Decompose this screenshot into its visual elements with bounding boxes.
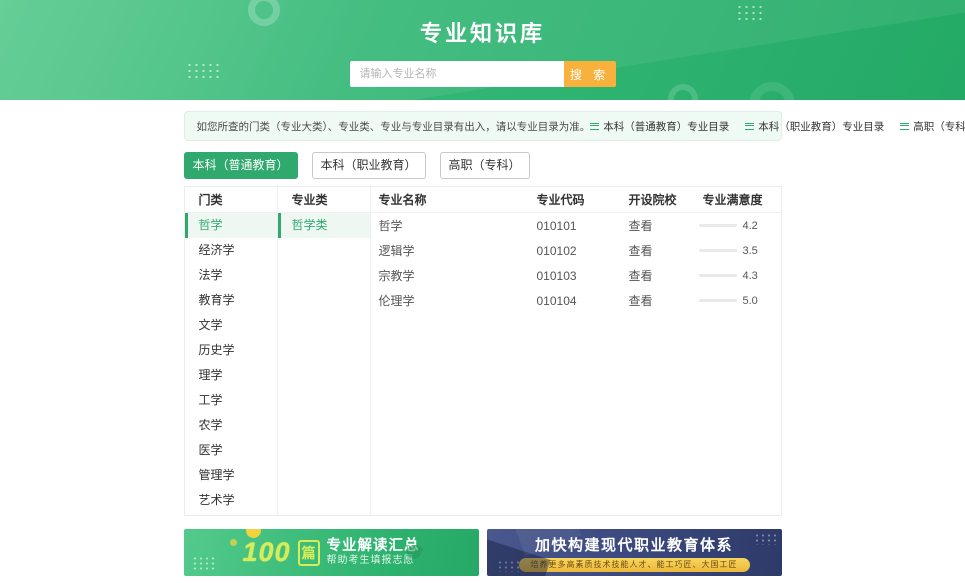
- link-label: 高职（专科）专业目录: [913, 119, 965, 134]
- dot-grid-decoration: [186, 62, 220, 80]
- banner-count-unit: 篇: [298, 540, 320, 566]
- satisfaction-value: 3.5: [743, 245, 763, 257]
- header-schools: 开设院校: [619, 191, 699, 208]
- satisfaction-value: 4.2: [743, 220, 763, 232]
- ring-decoration-icon: [749, 82, 795, 100]
- major-code: 010103: [537, 269, 619, 283]
- major-name: 伦理学: [371, 292, 537, 309]
- dot-grid-decoration: [754, 533, 776, 545]
- link-label: 本科（普通教育）专业目录: [603, 119, 729, 134]
- banner-subtitle: 帮助考生填报志愿: [327, 555, 420, 568]
- major-name: 宗教学: [371, 267, 537, 284]
- list-icon: [745, 123, 754, 130]
- majors-table-header: 专业名称 专业代码 开设院校 专业满意度: [371, 187, 781, 213]
- satisfaction-cell: 3.5: [699, 245, 781, 257]
- link-undergrad-vocational-catalog[interactable]: 本科（职业教育）专业目录: [745, 119, 884, 134]
- view-schools-link[interactable]: 查看: [619, 292, 699, 309]
- header-satisfaction: 专业满意度: [699, 191, 781, 208]
- search-button[interactable]: 搜 索: [564, 61, 616, 87]
- category-item[interactable]: 农学: [185, 413, 277, 438]
- category-item[interactable]: 艺术学: [185, 488, 277, 513]
- list-icon: [900, 123, 909, 130]
- view-schools-link[interactable]: 查看: [619, 242, 699, 259]
- satisfaction-bar: [699, 274, 737, 277]
- category-item[interactable]: 教育学: [185, 288, 277, 313]
- banner-vocational-education[interactable]: 加快构建现代职业教育体系 培养更多高素质技术技能人才、能工巧匠、大国工匠: [487, 529, 782, 576]
- tab-college[interactable]: 高职（专科）: [440, 152, 530, 179]
- major-code: 010102: [537, 244, 619, 258]
- catalog-links: 本科（普通教育）专业目录 本科（职业教育）专业目录 高职（专科）专业目录: [590, 119, 965, 134]
- notice-bar: 如您所查的门类（专业大类）、专业类、专业与专业目录有出入，请以专业目录为准。 本…: [184, 111, 782, 141]
- view-schools-link[interactable]: 查看: [619, 217, 699, 234]
- dot-grid-decoration: [497, 560, 519, 572]
- satisfaction-value: 4.3: [743, 270, 763, 282]
- link-label: 本科（职业教育）专业目录: [758, 119, 884, 134]
- subcategory-column: 专业类 哲学类: [278, 187, 371, 515]
- satisfaction-value: 5.0: [743, 295, 763, 307]
- tab-undergrad-general[interactable]: 本科（普通教育）: [184, 152, 298, 179]
- link-undergrad-general-catalog[interactable]: 本科（普通教育）专业目录: [590, 119, 729, 134]
- subcategory-column-header: 专业类: [278, 187, 370, 213]
- ring-decoration-icon: [668, 84, 698, 100]
- table-row: 逻辑学 010102 查看 3.5: [371, 238, 781, 263]
- satisfaction-bar: [699, 249, 737, 252]
- major-name: 逻辑学: [371, 242, 537, 259]
- category-item[interactable]: 经济学: [185, 238, 277, 263]
- notice-text: 如您所查的门类（专业大类）、专业类、专业与专业目录有出入，请以专业目录为准。: [197, 119, 591, 134]
- list-icon: [590, 123, 599, 130]
- category-item[interactable]: 历史学: [185, 338, 277, 363]
- banner-count: 100: [242, 537, 290, 568]
- category-item[interactable]: 理学: [185, 363, 277, 388]
- header-major-name: 专业名称: [371, 191, 537, 208]
- page-header: 专业知识库 搜 索: [0, 0, 965, 100]
- category-item[interactable]: 工学: [185, 388, 277, 413]
- catalog-panel: 门类 哲学 经济学 法学 教育学 文学 历史学 理学 工学 农学 医学 管理学 …: [184, 186, 782, 516]
- search-input[interactable]: [350, 61, 564, 87]
- search-bar: 搜 索: [350, 61, 616, 87]
- table-row: 伦理学 010104 查看 5.0: [371, 288, 781, 313]
- category-item[interactable]: 法学: [185, 263, 277, 288]
- category-item[interactable]: 文学: [185, 313, 277, 338]
- majors-table: 专业名称 专业代码 开设院校 专业满意度 哲学 010101 查看 4.2 逻辑…: [371, 187, 781, 515]
- view-schools-link[interactable]: 查看: [619, 267, 699, 284]
- category-item[interactable]: 哲学: [185, 213, 277, 238]
- tab-undergrad-vocational[interactable]: 本科（职业教育）: [312, 152, 426, 179]
- promo-banners: 100 篇 专业解读汇总 帮助考生填报志愿 加快构建现代职业教育体系 培养更多高…: [184, 529, 782, 576]
- table-row: 宗教学 010103 查看 4.3: [371, 263, 781, 288]
- banner-title: 专业解读汇总: [327, 537, 420, 555]
- satisfaction-cell: 5.0: [699, 295, 781, 307]
- satisfaction-cell: 4.2: [699, 220, 781, 232]
- link-college-catalog[interactable]: 高职（专科）专业目录: [900, 119, 965, 134]
- category-item[interactable]: 管理学: [185, 463, 277, 488]
- banner-subtitle-pill: 培养更多高素质技术技能人才、能工巧匠、大国工匠: [519, 558, 750, 572]
- dot-grid-decoration: [192, 556, 218, 570]
- category-column-header: 门类: [185, 187, 277, 213]
- satisfaction-bar: [699, 224, 737, 227]
- category-column: 门类 哲学 经济学 法学 教育学 文学 历史学 理学 工学 农学 医学 管理学 …: [185, 187, 278, 515]
- ball-decoration: [230, 539, 237, 546]
- subcategory-item[interactable]: 哲学类: [278, 213, 370, 238]
- satisfaction-cell: 4.3: [699, 270, 781, 282]
- education-level-tabs: 本科（普通教育） 本科（职业教育） 高职（专科）: [184, 152, 782, 179]
- table-row: 哲学 010101 查看 4.2: [371, 213, 781, 238]
- major-code: 010101: [537, 219, 619, 233]
- banner-major-guides[interactable]: 100 篇 专业解读汇总 帮助考生填报志愿: [184, 529, 479, 576]
- satisfaction-bar: [699, 299, 737, 302]
- category-item[interactable]: 医学: [185, 438, 277, 463]
- major-name: 哲学: [371, 217, 537, 234]
- header-major-code: 专业代码: [537, 191, 619, 208]
- banner-text: 专业解读汇总 帮助考生填报志愿: [327, 537, 420, 568]
- page-title: 专业知识库: [0, 0, 965, 48]
- major-code: 010104: [537, 294, 619, 308]
